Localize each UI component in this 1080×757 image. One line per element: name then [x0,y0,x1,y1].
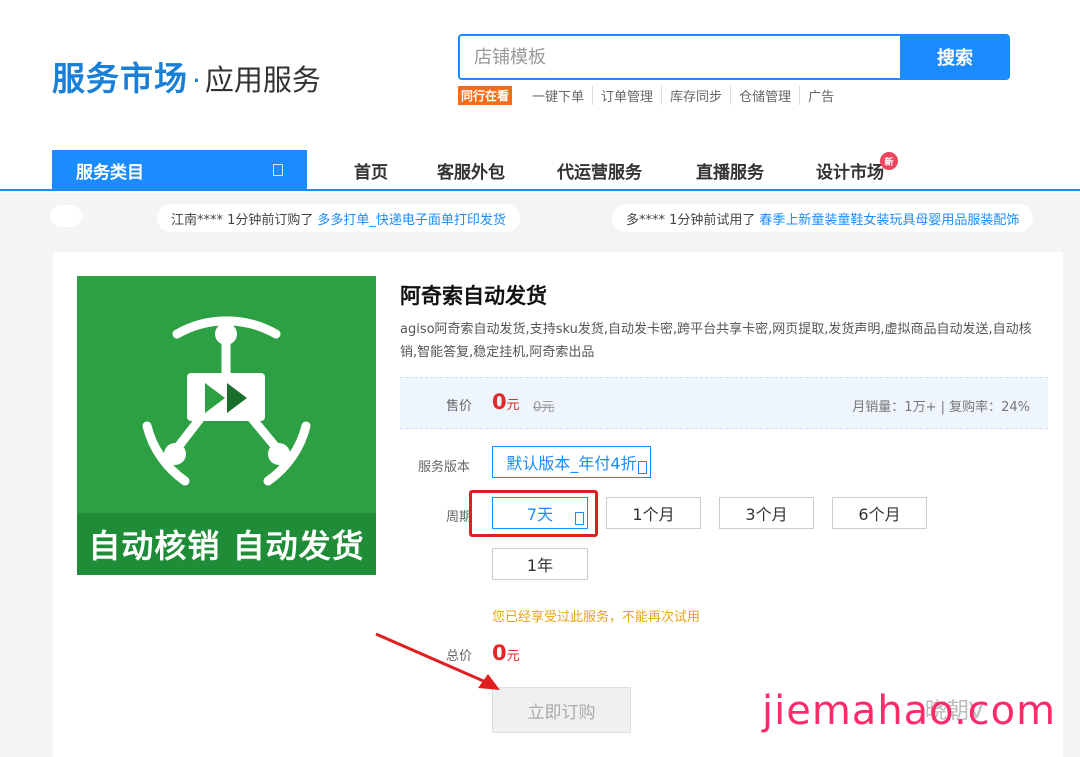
version-option[interactable]: 默认版本_年付4折 [492,446,651,478]
ticker-prev-icon[interactable] [50,205,82,227]
hot-badge: 同行在看 [458,86,513,105]
hot-link-order-management[interactable]: 订单管理 [592,86,661,105]
nav-item-operation-service[interactable]: 代运营服务 [557,158,642,183]
activity-ticker: 江南**** 1分钟前订购了 多多打单_快递电子面单打印发货 多**** 1分钟… [0,193,1080,250]
hot-link-warehouse[interactable]: 仓储管理 [730,86,799,105]
search-button[interactable]: 搜索 [900,34,1010,80]
category-menu-button[interactable]: 服务类目 [52,150,307,191]
price-label: 售价 [446,399,473,414]
new-badge: 新 [880,152,898,170]
selected-check-icon [638,461,647,474]
nav-item-design-market[interactable]: 设计市场 新 [816,152,898,183]
price-unit: 元 [506,398,520,413]
category-caret-icon [273,164,283,176]
annotation-arrow-icon [375,632,500,690]
product-title: 阿奇索自动发货 [400,284,547,308]
nav-item-live-service[interactable]: 直播服务 [696,158,764,183]
product-image: 自动核销 自动发货 [77,276,376,575]
product-image-banner: 自动核销 自动发货 [77,513,376,575]
search-input[interactable] [458,34,900,80]
hot-link-inventory-sync[interactable]: 库存同步 [661,86,730,105]
logo-sub-text: 应用服务 [204,63,321,97]
period-option-1m[interactable]: 1个月 [606,497,701,529]
price-value: 0元 [492,390,520,414]
nav-item-customer-service[interactable]: 客服外包 [437,158,505,183]
hot-link-ads[interactable]: 广告 [799,86,842,105]
ticker-item: 江南**** 1分钟前订购了 多多打单_快递电子面单打印发货 [157,204,520,232]
site-logo[interactable]: 服务市场 · 应用服务 [52,52,321,100]
period-option-1y[interactable]: 1年 [492,548,588,580]
category-label: 服务类目 [76,163,144,183]
ticker-item: 多**** 1分钟前试用了 春季上新童装童鞋女装玩具母婴用品服装配饰 [612,204,1034,232]
logo-main-text: 服务市场 [52,59,188,98]
annotation-highlight-box [469,490,598,537]
period-option-3m[interactable]: 3个月 [719,497,814,529]
price-row: 售价 0元 0元 月销量：1万+ | 复购率：24% [400,377,1048,429]
price-number: 0 [492,390,507,414]
version-option-label: 默认版本_年付4折 [506,454,637,473]
version-label: 服务版本 [418,460,471,475]
ticker-item-user: 多**** 1分钟前试用了 [626,212,756,228]
ticker-item-user: 江南**** 1分钟前订购了 [171,212,314,228]
nav-item-home[interactable]: 首页 [354,158,388,183]
ticker-item-link[interactable]: 多多打单_快递电子面单打印发货 [317,209,506,228]
original-price: 0元 [533,400,555,415]
sales-stats: 月销量：1万+ | 复购率：24% [852,400,1030,415]
nav-item-design-market-label: 设计市场 [816,163,884,183]
hot-link-one-click-order[interactable]: 一键下单 [524,86,592,105]
hot-links: 同行在看 一键下单 订单管理 库存同步 仓储管理 广告 [458,86,842,105]
ticker-item-link[interactable]: 春季上新童装童鞋女装玩具母婴用品服装配饰 [759,209,1019,228]
logo-dot: · [192,64,201,97]
trial-warning: 您已经享受过此服务，不能再次试用 [492,610,701,625]
period-option-6m[interactable]: 6个月 [832,497,927,529]
search-bar: 搜索 [458,34,1010,80]
main-nav: 服务类目 首页 客服外包 代运营服务 直播服务 设计市场 新 [0,150,1080,191]
auto-delivery-logo-icon [142,316,311,486]
site-watermark: jiemahao.com [762,688,1057,734]
buy-now-button[interactable]: 立即订购 [492,687,631,733]
product-description: agiso阿奇索自动发货,支持sku发货,自动发卡密,跨平台共享卡密,网页提取,… [400,322,1032,360]
